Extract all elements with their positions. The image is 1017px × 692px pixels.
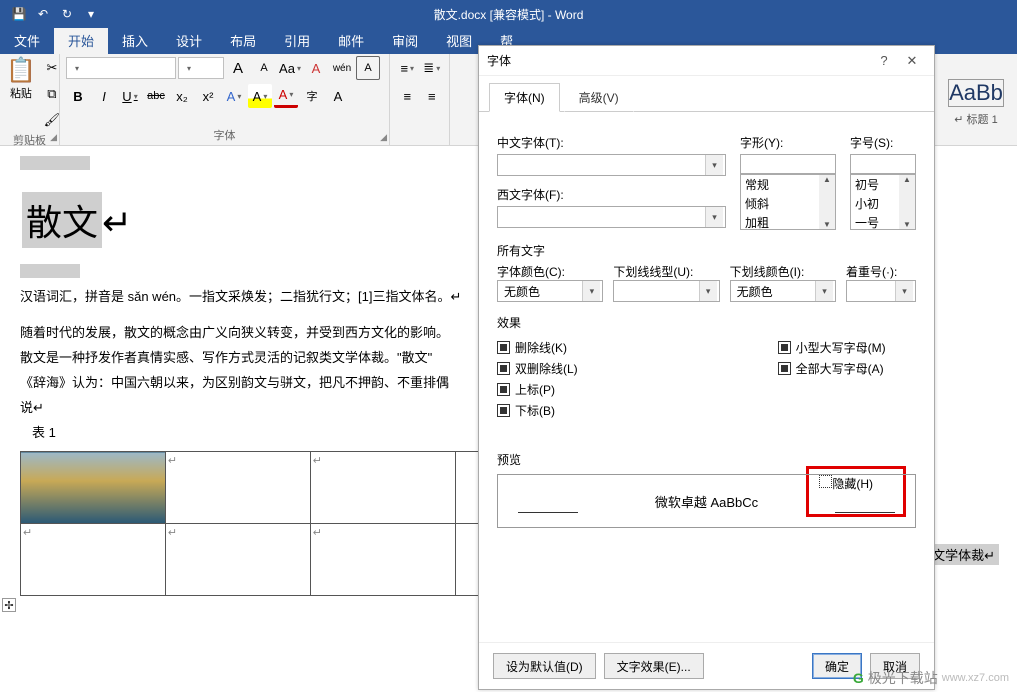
bullets-button[interactable]: ≡	[396, 56, 419, 80]
subscript-button[interactable]: x₂	[170, 84, 194, 108]
tab-layout[interactable]: 布局	[216, 27, 270, 54]
undo-icon[interactable]: ↶	[32, 3, 54, 25]
emphasis-select[interactable]: ▾	[846, 280, 916, 302]
chk-subscript[interactable]: 下标(B)	[497, 402, 578, 419]
watermark-logo-icon: G	[853, 670, 864, 686]
dialog-title: 字体	[487, 52, 870, 69]
tab-insert[interactable]: 插入	[108, 27, 162, 54]
tab-references[interactable]: 引用	[270, 27, 324, 54]
chk-strike[interactable]: 删除线(K)	[497, 339, 578, 356]
chk-double-strike[interactable]: 双删除线(L)	[497, 360, 578, 377]
align-center-button[interactable]: ≡	[421, 84, 444, 108]
clipboard-launcher-icon[interactable]: ◢	[50, 132, 57, 143]
numbering-button[interactable]: ≣	[421, 56, 444, 80]
lbl-style: 字形(Y):	[740, 134, 836, 151]
lbl-cn-font: 中文字体(T):	[497, 134, 726, 151]
group-paragraph: ≡ ≣ ≡ ≡	[390, 54, 450, 145]
paste-label: 粘贴	[10, 85, 32, 101]
text-effects-button[interactable]: A	[222, 84, 246, 108]
ul-type-select[interactable]: ▾	[613, 280, 719, 302]
tab-mail[interactable]: 邮件	[324, 27, 378, 54]
ul-color-select[interactable]: 无颜色▾	[730, 280, 836, 302]
tab-home[interactable]: 开始	[54, 27, 108, 54]
italic-button[interactable]: I	[92, 84, 116, 108]
lbl-all-text: 所有文字	[497, 242, 916, 259]
style-list[interactable]: 常规 倾斜 加粗 ▲▼	[740, 174, 836, 230]
lbl-ul-type: 下划线线型(U):	[613, 265, 693, 279]
style-heading1[interactable]: AaBb ↵ 标题 1	[941, 72, 1011, 128]
table-image-cell	[21, 452, 166, 524]
preview-text: 微软卓越 AaBbCc	[655, 492, 758, 511]
strike-button[interactable]: abc	[144, 84, 168, 108]
set-default-button[interactable]: 设为默认值(D)	[493, 653, 596, 679]
group-font: ▾ ▾ A A Aa A wén A B I U abc x₂ x² A A A…	[60, 54, 390, 145]
lbl-font-color: 字体颜色(C):	[497, 265, 565, 279]
char-border-button[interactable]: A	[356, 56, 380, 80]
font-name-combo[interactable]: ▾	[66, 57, 176, 79]
font-dialog: 字体 ? ✕ 字体(N) 高级(V) 中文字体(T): ▾ 西文字体(F): ▾…	[478, 45, 935, 690]
shrink-font-button[interactable]: A	[252, 56, 276, 80]
lbl-size: 字号(S):	[850, 134, 916, 151]
style-input[interactable]	[740, 154, 836, 174]
app-title: 散文.docx [兼容模式] - Word	[434, 6, 584, 23]
tab-review[interactable]: 审阅	[378, 27, 432, 54]
underline-button[interactable]: U	[118, 84, 142, 108]
clipboard-icon: 📋	[6, 56, 36, 85]
lbl-effects: 效果	[497, 314, 916, 331]
enclosed-char-button[interactable]: 字	[300, 84, 324, 108]
paste-button[interactable]: 📋 粘贴	[6, 56, 36, 101]
help-icon[interactable]: ?	[870, 49, 898, 73]
size-input[interactable]	[850, 154, 916, 174]
side-text: 文学体裁↵	[928, 544, 999, 565]
lbl-ul-color: 下划线颜色(I):	[730, 265, 805, 279]
bold-button[interactable]: B	[66, 84, 90, 108]
titlebar: 💾 ↶ ↻ ▾ 散文.docx [兼容模式] - Word	[0, 0, 1017, 28]
qat-more-icon[interactable]: ▾	[80, 3, 102, 25]
font-launcher-icon[interactable]: ◢	[380, 132, 387, 143]
close-icon[interactable]: ✕	[898, 49, 926, 73]
tab-font-basic[interactable]: 字体(N)	[489, 83, 560, 112]
watermark-url: www.xz7.com	[942, 672, 1009, 684]
group-clipboard: 📋 粘贴 ✂ ⧉ 🖌 剪贴板 ◢	[0, 54, 60, 145]
lbl-emphasis: 着重号(·):	[846, 265, 897, 279]
table-anchor-icon[interactable]: ✢	[2, 598, 16, 612]
tab-design[interactable]: 设计	[162, 27, 216, 54]
lbl-en-font: 西文字体(F):	[497, 186, 726, 203]
phonetic-button[interactable]: wén	[330, 56, 354, 80]
char-scaling-button[interactable]: A	[326, 84, 350, 108]
style-preview: AaBb	[948, 79, 1004, 107]
change-case-button[interactable]: Aa	[278, 56, 302, 80]
watermark: G 极光下载站 www.xz7.com	[853, 668, 1009, 688]
cn-font-select[interactable]: ▾	[497, 154, 726, 176]
font-color-select[interactable]: 无颜色▾	[497, 280, 603, 302]
tab-font-advanced[interactable]: 高级(V)	[564, 83, 634, 112]
clear-format-button[interactable]: A	[304, 56, 328, 80]
chk-superscript[interactable]: 上标(P)	[497, 381, 578, 398]
en-font-select[interactable]: ▾	[497, 206, 726, 228]
save-icon[interactable]: 💾	[8, 3, 30, 25]
chk-all-caps[interactable]: 全部大写字母(A)	[778, 360, 886, 377]
chk-small-caps[interactable]: 小型大写字母(M)	[778, 339, 886, 356]
style-name: ↵ 标题 1	[954, 111, 997, 127]
text-effects-button[interactable]: 文字效果(E)...	[604, 653, 704, 679]
redo-icon[interactable]: ↻	[56, 3, 78, 25]
align-left-button[interactable]: ≡	[396, 84, 419, 108]
tab-file[interactable]: 文件	[0, 27, 54, 54]
font-preview: 微软卓越 AaBbCc	[497, 474, 916, 528]
font-color-button[interactable]: A	[274, 84, 298, 108]
group-para-label	[396, 131, 443, 145]
dialog-body: 中文字体(T): ▾ 西文字体(F): ▾ 字形(Y): 常规 倾斜 加粗 ▲▼…	[479, 112, 934, 642]
font-size-combo[interactable]: ▾	[178, 57, 224, 79]
dialog-titlebar: 字体 ? ✕	[479, 46, 934, 76]
quick-access-toolbar: 💾 ↶ ↻ ▾	[0, 3, 102, 25]
highlight-button[interactable]: A	[248, 84, 272, 108]
dialog-tabs: 字体(N) 高级(V)	[479, 76, 934, 112]
watermark-text: 极光下载站	[868, 668, 938, 688]
group-font-label: 字体	[66, 127, 383, 145]
size-list[interactable]: 初号 小初 一号 ▲▼	[850, 174, 916, 230]
superscript-button[interactable]: x²	[196, 84, 220, 108]
grow-font-button[interactable]: A	[226, 56, 250, 80]
